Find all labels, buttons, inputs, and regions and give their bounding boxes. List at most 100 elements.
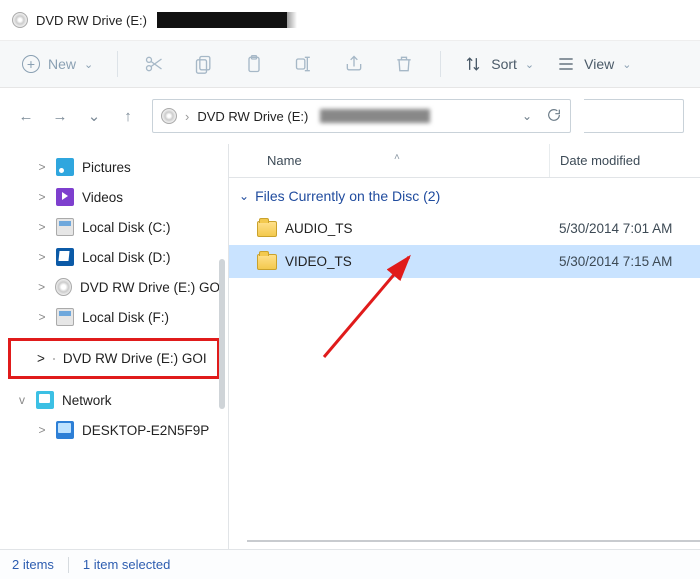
expand-icon[interactable]: > — [36, 310, 48, 324]
address-bar[interactable]: › DVD RW Drive (E:) ⌄ — [152, 99, 571, 133]
column-headers: Name ˄ Date modified — [229, 144, 700, 178]
navigation-pane: > Pictures > Videos > Local Disk (C:) > … — [0, 144, 228, 549]
divider — [68, 557, 69, 573]
folder-icon — [257, 254, 277, 270]
content-bottom-divider — [247, 540, 700, 542]
back-button[interactable]: ← — [16, 108, 36, 125]
sidebar-item-label: DESKTOP-E2N5F9P — [82, 423, 209, 438]
folder-icon — [257, 221, 277, 237]
disc-icon — [161, 108, 177, 124]
expand-icon[interactable]: > — [36, 280, 47, 294]
sidebar-item-pictures[interactable]: > Pictures — [0, 152, 228, 182]
sidebar-item-local-disk-c[interactable]: > Local Disk (C:) — [0, 212, 228, 242]
sidebar-item-label: Local Disk (D:) — [82, 250, 171, 265]
disc-icon — [12, 12, 28, 28]
command-bar: + New ⌄ Sort ⌄ View ⌄ — [0, 40, 700, 88]
search-box[interactable] — [584, 99, 684, 133]
copy-button[interactable] — [184, 48, 224, 80]
trash-icon — [394, 54, 414, 74]
view-button[interactable]: View ⌄ — [550, 48, 637, 80]
recent-button[interactable]: ⌄ — [84, 107, 104, 125]
group-label: Files Currently on the Disc (2) — [255, 188, 440, 204]
sidebar-item-local-disk-f[interactable]: > Local Disk (F:) — [0, 302, 228, 332]
column-header-label: Date modified — [560, 153, 640, 168]
view-list-icon — [556, 54, 576, 74]
view-button-label: View — [584, 56, 614, 72]
copy-icon — [194, 54, 214, 74]
sidebar-item-dvd-drive-highlighted[interactable]: > DVD RW Drive (E:) GOI — [8, 338, 220, 379]
sort-ascending-icon: ˄ — [394, 152, 400, 163]
file-row-audio-ts[interactable]: AUDIO_TS 5/30/2014 7:01 AM — [229, 212, 700, 245]
divider — [117, 51, 118, 77]
expand-icon[interactable]: > — [36, 160, 48, 174]
chevron-down-icon: ⌄ — [622, 58, 631, 71]
scissors-icon — [144, 54, 164, 74]
sidebar-item-label: Local Disk (C:) — [82, 220, 171, 235]
column-header-date[interactable]: Date modified — [549, 144, 700, 177]
hdd-icon — [56, 218, 74, 236]
expand-icon[interactable]: > — [36, 423, 48, 437]
title-bar: DVD RW Drive (E:) — [0, 0, 700, 40]
sort-button[interactable]: Sort ⌄ — [457, 48, 540, 80]
sidebar-item-label: Network — [62, 393, 112, 408]
scrollbar-thumb[interactable] — [219, 259, 225, 409]
up-button[interactable]: ↑ — [118, 108, 138, 125]
cut-button[interactable] — [134, 48, 174, 80]
main-area: > Pictures > Videos > Local Disk (C:) > … — [0, 144, 700, 549]
sidebar-item-network[interactable]: v Network — [0, 385, 228, 415]
column-header-label: Name — [267, 153, 302, 168]
file-name: AUDIO_TS — [285, 221, 549, 236]
status-selection-count: 1 item selected — [83, 557, 170, 572]
pictures-icon — [56, 158, 74, 176]
disc-icon — [55, 278, 72, 296]
expand-icon[interactable]: > — [36, 220, 48, 234]
column-header-name[interactable]: Name ˄ — [229, 153, 549, 168]
divider — [440, 51, 441, 77]
redacted-title-suffix — [157, 12, 287, 28]
window-title: DVD RW Drive (E:) — [36, 13, 147, 28]
pc-icon — [56, 421, 74, 439]
expand-icon[interactable]: > — [37, 351, 45, 366]
sort-icon — [463, 54, 483, 74]
disc-icon — [53, 358, 55, 360]
rename-button[interactable] — [284, 48, 324, 80]
videos-icon — [56, 188, 74, 206]
address-dropdown[interactable]: ⌄ — [522, 109, 532, 123]
rename-icon — [294, 54, 314, 74]
sidebar-item-label: DVD RW Drive (E:) GOI — [63, 351, 207, 366]
chevron-right-icon: › — [185, 109, 189, 124]
sidebar-item-local-disk-d[interactable]: > Local Disk (D:) — [0, 242, 228, 272]
sidebar-item-label: DVD RW Drive (E:) GO — [80, 280, 220, 295]
clipboard-icon — [244, 54, 264, 74]
chevron-down-icon: ⌄ — [525, 58, 534, 71]
delete-button[interactable] — [384, 48, 424, 80]
file-date: 5/30/2014 7:01 AM — [549, 221, 700, 236]
paste-button[interactable] — [234, 48, 274, 80]
address-text: DVD RW Drive (E:) — [197, 109, 308, 124]
refresh-button[interactable] — [546, 107, 562, 126]
sort-button-label: Sort — [491, 56, 517, 72]
new-button[interactable]: + New ⌄ — [14, 49, 101, 79]
share-icon — [344, 54, 364, 74]
group-header[interactable]: ⌄ Files Currently on the Disc (2) — [229, 178, 700, 212]
sidebar-item-label: Pictures — [82, 160, 131, 175]
nav-row: ← → ⌄ ↑ › DVD RW Drive (E:) ⌄ — [0, 88, 700, 144]
network-icon — [36, 391, 54, 409]
collapse-icon[interactable]: v — [16, 393, 28, 407]
hdd-icon — [56, 248, 74, 266]
sidebar-item-videos[interactable]: > Videos — [0, 182, 228, 212]
file-row-video-ts[interactable]: VIDEO_TS 5/30/2014 7:15 AM — [229, 245, 700, 278]
chevron-down-icon: ⌄ — [239, 189, 249, 203]
expand-icon[interactable]: > — [36, 190, 48, 204]
chevron-down-icon: ⌄ — [84, 58, 93, 71]
sidebar-item-dvd-drive[interactable]: > DVD RW Drive (E:) GO — [0, 272, 228, 302]
share-button[interactable] — [334, 48, 374, 80]
sidebar-item-network-pc[interactable]: > DESKTOP-E2N5F9P — [0, 415, 228, 445]
status-item-count: 2 items — [12, 557, 54, 572]
new-button-label: New — [48, 56, 76, 72]
sidebar-item-label: Videos — [82, 190, 123, 205]
forward-button[interactable]: → — [50, 108, 70, 125]
redacted-address-suffix — [320, 109, 430, 123]
expand-icon[interactable]: > — [36, 250, 48, 264]
plus-icon: + — [22, 55, 40, 73]
